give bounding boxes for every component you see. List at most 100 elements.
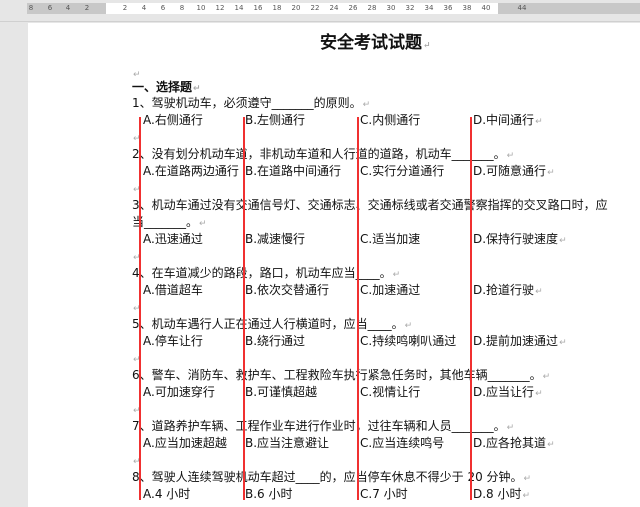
question-7-line-text: 7、道路养护车辆、工程作业车进行作业时，过往车辆和人员_______。 — [132, 419, 506, 433]
question-3-option-b-text: B.减速慢行 — [245, 232, 306, 246]
paragraph-mark-icon: ↵ — [547, 168, 555, 178]
question-6-option-c-text: C.视情让行 — [360, 385, 421, 399]
question-4-option-d: D.抢道行驶↵ — [473, 283, 543, 300]
question-6-option-a-text: A.可加速穿行 — [143, 385, 215, 399]
question-3-line-text: 3、机动车通过没有交通信号灯、交通标志、交通标线或者交通警察指挥的交叉路口时，应 — [132, 198, 608, 212]
question-1-option-d: D.中间通行↵ — [473, 113, 543, 130]
question-7-option-d: D.应各抢其道↵ — [473, 436, 555, 453]
question-8-option-a: A.4 小时 — [143, 487, 190, 502]
question-4-option-c: C.加速通过 — [360, 283, 420, 298]
paragraph-mark-icon: ↵ — [535, 389, 543, 399]
question-8-option-d: D.8 小时↵ — [473, 487, 530, 504]
question-1-option-c: C.内侧通行 — [360, 113, 420, 128]
question-8-option-b: B.6 小时 — [245, 487, 293, 502]
paragraph-mark-icon: ↵ — [193, 84, 201, 94]
ruler-tick: 4 — [141, 4, 147, 12]
section-heading: 一、选择题↵ — [132, 80, 201, 97]
ruler-tick: 6 — [47, 4, 53, 12]
question-7-option-a-text: A.应当加速超越 — [143, 436, 227, 450]
question-1-option-b: B.左侧通行 — [245, 113, 305, 128]
question-7-option-a: A.应当加速超越 — [143, 436, 227, 451]
paragraph-mark-icon: ↵ — [559, 236, 567, 246]
ruler-tick: 30 — [386, 4, 396, 12]
question-5-option-c: C.持续鸣喇叭通过 — [360, 334, 456, 349]
question-8-option-c: C.7 小时 — [360, 487, 408, 502]
question-5-line-text: 5、机动车遇行人正在通过人行横道时，应当____。 — [132, 317, 404, 331]
paragraph-mark-icon: ↵ — [506, 423, 515, 433]
question-6-option-a: A.可加速穿行 — [143, 385, 215, 400]
ruler-tick: 20 — [291, 4, 301, 12]
question-3-option-b: B.减速慢行 — [245, 232, 305, 247]
section-heading-text: 一、选择题 — [132, 80, 193, 94]
paragraph-mark-icon: ↵ — [535, 287, 543, 297]
ruler-tick: 28 — [367, 4, 377, 12]
question-6-option-c: C.视情让行 — [360, 385, 420, 400]
paragraph-mark-icon: ↵ — [506, 151, 515, 161]
question-3-line: 当_______。↵ — [132, 215, 207, 232]
question-2-option-b: B.在道路中间通行 — [245, 164, 341, 179]
question-2-line-text: 2、没有划分机动车道，非机动车道和人行道的道路，机动车_______。 — [132, 147, 506, 161]
ruler-tick: 44 — [517, 4, 527, 12]
paragraph-mark-icon: ↵ — [199, 219, 207, 229]
paragraph-mark-icon: ↵ — [523, 474, 532, 484]
question-2-line: 2、没有划分机动车道，非机动车道和人行道的道路，机动车_______。↵ — [132, 147, 514, 164]
question-2-option-a-text: A.在道路两边通行 — [143, 164, 239, 178]
question-3-option-c: C.适当加速 — [360, 232, 420, 247]
question-5-option-a-text: A.停车让行 — [143, 334, 203, 348]
ruler-tick: 4 — [65, 4, 71, 12]
question-3-option-a: A.迅速通过 — [143, 232, 203, 247]
question-1-option-b-text: B.左侧通行 — [245, 113, 306, 127]
document-page[interactable]: 安全考试试题↵ ↵ 一、选择题↵ 1、驾驶机动车，必须遵守_______的原则。↵ A.… — [28, 23, 640, 507]
document-title: 安全考试试题↵ — [320, 35, 431, 54]
ruler-tick: 22 — [310, 4, 320, 12]
ruler-tick: 2 — [122, 4, 128, 12]
paragraph-mark-icon: ↵ — [362, 100, 371, 110]
question-8-option-b-text: B.6 小时 — [245, 487, 293, 501]
question-3-option-d: D.保持行驶速度↵ — [473, 232, 567, 249]
question-5-option-a: A.停车让行 — [143, 334, 203, 349]
horizontal-ruler[interactable]: 8 6 4 2 2 4 6 8 10 12 14 16 18 20 22 24 26 28 30 32 34 36 38 40… — [0, 0, 640, 22]
question-1-option-a-text: A.右侧通行 — [143, 113, 203, 127]
red-column-line — [243, 117, 245, 500]
ruler-tick: 34 — [424, 4, 434, 12]
question-5-line: 5、机动车遇行人正在通过人行横道时，应当____。↵ — [132, 317, 412, 334]
question-7-option-c-text: C.应当连续鸣号 — [360, 436, 445, 450]
ruler-tick: 10 — [196, 4, 206, 12]
ruler-tick: 24 — [329, 4, 339, 12]
question-4-line-text: 4、在车道减少的路段，路口，机动车应当____。 — [132, 266, 392, 280]
question-5-option-b-text: B.绕行通过 — [245, 334, 306, 348]
question-7-option-b-text: B.应当注意避让 — [245, 436, 330, 450]
question-4-option-a: A.借道超车 — [143, 283, 203, 298]
question-3-line: 3、机动车通过没有交通信号灯、交通标志、交通标线或者交通警察指挥的交叉路口时，应 — [132, 198, 608, 213]
question-6-line-text: 6、警车、消防车、救护车、工程救险车执行紧急任务时，其他车辆_______。 — [132, 368, 542, 382]
paragraph-mark-icon: ↵ — [423, 41, 431, 51]
question-4-option-a-text: A.借道超车 — [143, 283, 203, 297]
question-4-option-b: B.依次交替通行 — [245, 283, 329, 298]
ruler-tick: 8 — [179, 4, 185, 12]
question-6-option-d-text: D.应当让行 — [473, 385, 535, 399]
question-7-option-d-text: D.应各抢其道 — [473, 436, 547, 450]
red-column-line — [470, 117, 472, 500]
ruler-tick: 14 — [234, 4, 244, 12]
question-1-option-a: A.右侧通行 — [143, 113, 203, 128]
question-2-option-d: D.可随意通行↵ — [473, 164, 555, 181]
paragraph-mark-icon: ↵ — [133, 70, 141, 80]
question-2-option-c: C.实行分道通行 — [360, 164, 444, 179]
ruler-tick: 18 — [272, 4, 282, 12]
ruler-tick: 38 — [462, 4, 472, 12]
question-6-option-b-text: B.可谨慎超越 — [245, 385, 318, 399]
question-1-line-text: 1、驾驶机动车，必须遵守_______的原则。 — [132, 96, 362, 110]
question-1-option-c-text: C.内侧通行 — [360, 113, 421, 127]
question-3-option-d-text: D.保持行驶速度 — [473, 232, 559, 246]
ruler-tick: 40 — [481, 4, 491, 12]
question-4-line: 4、在车道减少的路段，路口，机动车应当____。↵ — [132, 266, 400, 283]
question-5-option-d-text: D.提前加速通过 — [473, 334, 559, 348]
question-1-option-d-text: D.中间通行 — [473, 113, 535, 127]
paragraph-mark-icon: ↵ — [542, 372, 551, 382]
question-5-option-c-text: C.持续鸣喇叭通过 — [360, 334, 457, 348]
ruler-tick: 6 — [160, 4, 166, 12]
question-6-option-d: D.应当让行↵ — [473, 385, 543, 402]
ruler-tick: 2 — [84, 4, 90, 12]
question-8-option-c-text: C.7 小时 — [360, 487, 408, 501]
question-7-option-b: B.应当注意避让 — [245, 436, 329, 451]
